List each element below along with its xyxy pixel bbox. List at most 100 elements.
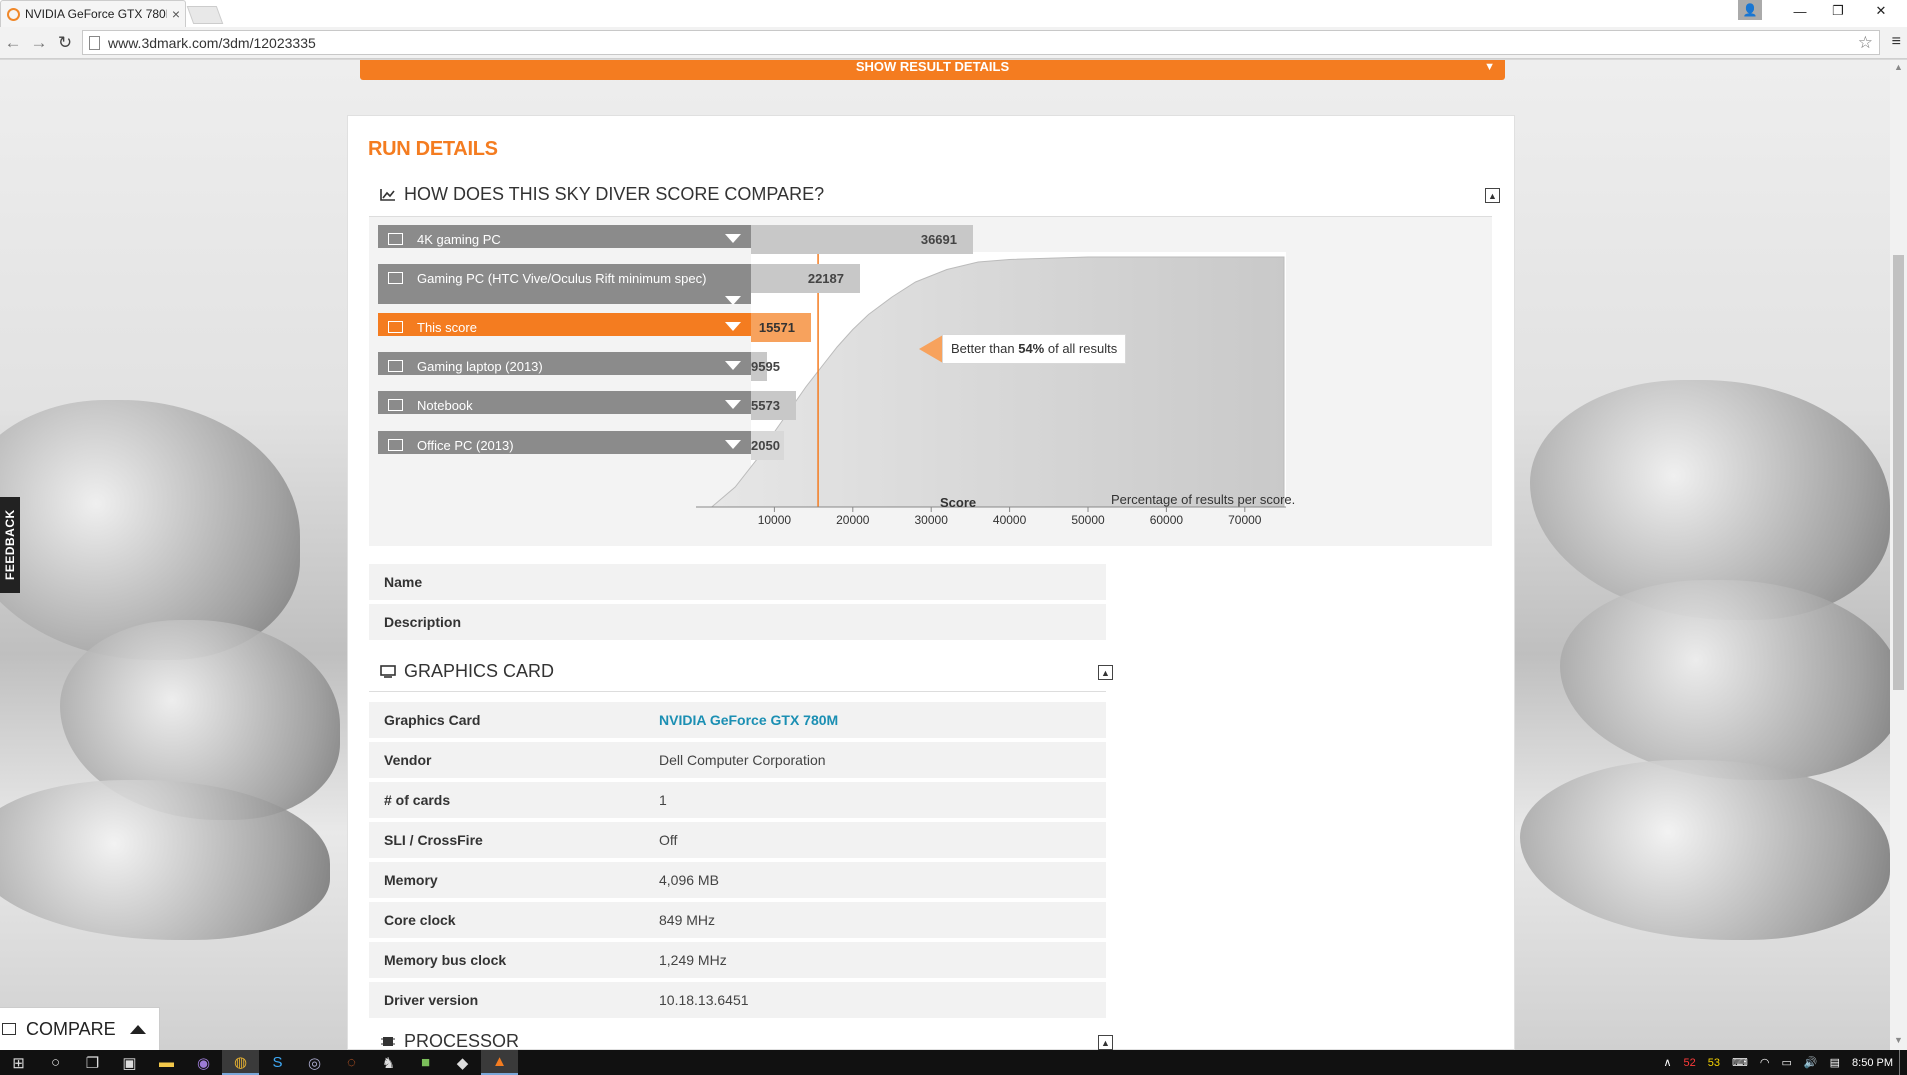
collapse-processor-button[interactable]: ▲: [1098, 1035, 1113, 1050]
store-icon[interactable]: ▣: [111, 1050, 148, 1075]
name-label: Name: [384, 574, 423, 590]
x-tick-label: 40000: [993, 513, 1027, 527]
dropdown-arrow-icon[interactable]: [725, 322, 741, 331]
minecraft-icon[interactable]: ■: [407, 1050, 444, 1075]
divider: [369, 691, 1106, 692]
name-row: Name: [369, 564, 1106, 602]
windows-start-icon[interactable]: ⊞: [0, 1050, 37, 1075]
tab-close-icon[interactable]: ×: [167, 6, 185, 22]
collapse-graphics-card-button[interactable]: ▲: [1098, 665, 1113, 680]
action-center-icon[interactable]: ▤: [1830, 1056, 1840, 1069]
computer-icon: [388, 272, 403, 284]
scroll-up-icon[interactable]: ▲: [1890, 62, 1907, 72]
compare-row-3[interactable]: Gaming laptop (2013): [378, 352, 751, 375]
spec-key: SLI / CrossFire: [384, 832, 483, 848]
game-icon[interactable]: ♞: [370, 1050, 407, 1075]
dropdown-arrow-icon[interactable]: [725, 440, 741, 449]
restore-button[interactable]: ❐: [1815, 0, 1861, 22]
volume-icon[interactable]: 🔊: [1804, 1056, 1818, 1069]
graphics-card-row: Driver version 10.18.13.6451: [369, 982, 1106, 1020]
x-tick-label: 60000: [1150, 513, 1184, 527]
address-bar[interactable]: www.3dmark.com/3dm/12023335 ☆: [82, 30, 1880, 55]
dropdown-arrow-icon[interactable]: [725, 361, 741, 370]
reload-icon[interactable]: ↻: [52, 33, 78, 53]
computer-icon: [388, 233, 403, 245]
compare-section-header: HOW DOES THIS SKY DIVER SCORE COMPARE?: [380, 184, 824, 205]
keyboard-icon[interactable]: ⌨: [1732, 1056, 1748, 1069]
back-icon[interactable]: ←: [0, 33, 26, 53]
steam-icon[interactable]: ◎: [296, 1050, 333, 1075]
processor-icon: [381, 1037, 395, 1046]
spec-value: 10.18.13.6451: [659, 992, 749, 1008]
task-view-icon[interactable]: ❐: [74, 1050, 111, 1075]
3dmark-favicon-icon: [7, 7, 20, 21]
compare-row-label: Office PC (2013): [417, 438, 514, 453]
compare-row-4[interactable]: Notebook: [378, 391, 751, 414]
url-text[interactable]: www.3dmark.com/3dm/12023335: [108, 35, 316, 51]
compare-row-5[interactable]: Office PC (2013): [378, 431, 751, 454]
scroll-down-icon[interactable]: ▼: [1890, 1035, 1907, 1045]
wifi-icon[interactable]: ◠: [1760, 1056, 1770, 1069]
forward-icon[interactable]: →: [26, 33, 52, 53]
browser-menu-icon[interactable]: ≡: [1892, 33, 1901, 51]
chrome-icon[interactable]: ◍: [222, 1050, 259, 1075]
collapse-compare-button[interactable]: ▲: [1485, 188, 1500, 203]
computer-icon: [388, 360, 403, 372]
x-tick-label: 30000: [915, 513, 949, 527]
trophy-icon: [388, 321, 403, 333]
compare-row-2[interactable]: This score: [378, 313, 751, 336]
spec-value: Off: [659, 832, 678, 848]
file-explorer-icon[interactable]: ▬: [148, 1050, 185, 1075]
graphics-card-row: Memory bus clock 1,249 MHz: [369, 942, 1106, 980]
compare-row-0[interactable]: 4K gaming PC: [378, 225, 751, 248]
graphics-card-row: SLI / CrossFire Off: [369, 822, 1106, 860]
feedback-tab[interactable]: FEEDBACK: [0, 497, 20, 593]
page-scrollbar[interactable]: ▲ ▼: [1890, 60, 1907, 1050]
scrollbar-thumb[interactable]: [1893, 255, 1904, 690]
spec-key: Vendor: [384, 752, 432, 768]
spec-key: Graphics Card: [384, 712, 481, 728]
3dmark-icon[interactable]: ▲: [481, 1050, 518, 1075]
app-icon[interactable]: ◆: [444, 1050, 481, 1075]
close-window-button[interactable]: ✕: [1858, 0, 1904, 22]
system-tray: ∧ 52 53 ⌨ ◠ ▭ 🔊 ▤ 8:50 PM: [1657, 1050, 1907, 1075]
battery-icon[interactable]: ▭: [1782, 1056, 1792, 1069]
compare-row-label: 4K gaming PC: [417, 232, 501, 247]
y-axis-description: Percentage of results per score.: [1111, 492, 1296, 507]
clock[interactable]: 8:50 PM: [1852, 1057, 1893, 1069]
compare-row-label: Notebook: [417, 398, 473, 413]
spec-key: Core clock: [384, 912, 456, 928]
dropdown-arrow-icon[interactable]: [725, 296, 741, 305]
show-result-details-label: SHOW RESULT DETAILS: [855, 59, 1010, 74]
app-icon[interactable]: ◉: [185, 1050, 222, 1075]
bookmark-star-icon[interactable]: ☆: [1858, 33, 1873, 53]
compare-button[interactable]: COMPARE: [0, 1007, 160, 1050]
tray-expand-icon[interactable]: ∧: [1663, 1056, 1671, 1069]
run-details-title: RUN DETAILS: [368, 138, 498, 160]
graphics-card-row: Memory 4,096 MB: [369, 862, 1106, 900]
dropdown-arrow-icon[interactable]: [725, 234, 741, 243]
x-axis-title: Score: [940, 495, 977, 510]
browser-tab[interactable]: NVIDIA GeForce GTX 780M ×: [0, 0, 186, 27]
chevron-up-icon: [129, 1024, 146, 1034]
graphics-card-title: GRAPHICS CARD: [404, 661, 555, 681]
search-icon[interactable]: ○: [37, 1050, 74, 1075]
show-result-details-button[interactable]: SHOW RESULT DETAILS ▼: [360, 60, 1505, 80]
spec-value: 1: [659, 792, 667, 808]
spec-value: 1,249 MHz: [659, 952, 727, 968]
tab-title: NVIDIA GeForce GTX 780M: [25, 7, 167, 21]
user-profile-icon[interactable]: 👤: [1738, 0, 1762, 20]
score-bar: 22187: [751, 264, 860, 293]
callout-pointer: [919, 335, 943, 363]
origin-icon[interactable]: ◌: [333, 1050, 370, 1075]
compare-list-icon: [2, 1023, 16, 1035]
new-tab-button[interactable]: [186, 6, 224, 24]
app-icon[interactable]: S: [259, 1050, 296, 1075]
tray-value: 52: [1683, 1056, 1696, 1069]
callout-percent: 54%: [1018, 341, 1045, 356]
compare-row-label: Gaming PC (HTC Vive/Oculus Rift minimum …: [417, 271, 707, 286]
gpu-name-link[interactable]: NVIDIA GeForce GTX 780M: [659, 712, 838, 728]
compare-row-1[interactable]: Gaming PC (HTC Vive/Oculus Rift minimum …: [378, 264, 751, 305]
dropdown-arrow-icon[interactable]: [725, 400, 741, 409]
show-desktop-button[interactable]: [1899, 1050, 1907, 1075]
